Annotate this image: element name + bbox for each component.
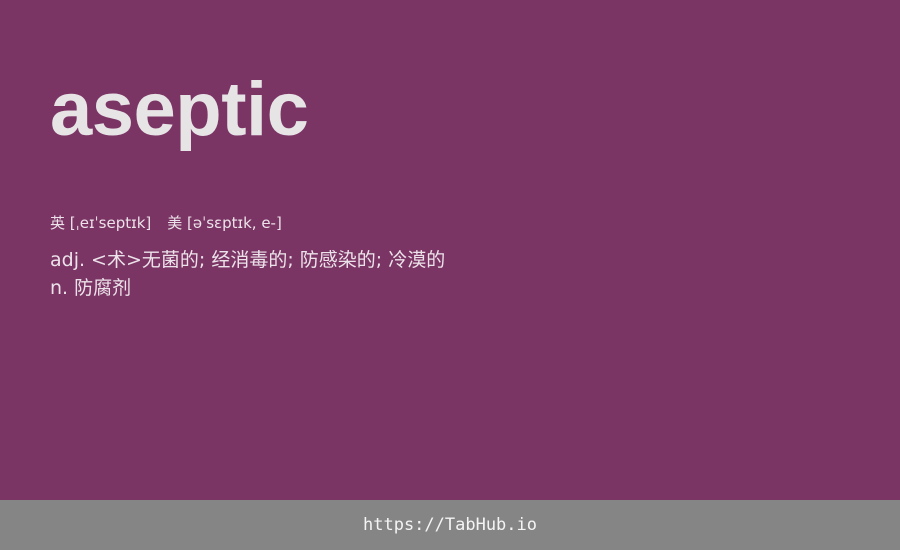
headword: aseptic: [50, 67, 309, 152]
us-pronunciation: 美 [əˈsɛptɪk, e-]: [167, 214, 282, 232]
word-card: aseptic 英 [ˌeɪˈseptɪk] 美 [əˈsɛptɪk, e-] a…: [0, 0, 900, 500]
pronunciation-row: 英 [ˌeɪˈseptɪk] 美 [əˈsɛptɪk, e-]: [50, 213, 282, 233]
footer-bar: https://TabHub.io: [0, 500, 900, 550]
definition-noun: n. 防腐剂: [50, 277, 132, 299]
uk-pronunciation: 英 [ˌeɪˈseptɪk]: [50, 214, 152, 232]
definition-adjective: adj. <术>无菌的; 经消毒的; 防感染的; 冷漠的: [50, 249, 446, 271]
definitions: adj. <术>无菌的; 经消毒的; 防感染的; 冷漠的 n. 防腐剂: [50, 246, 445, 302]
tabhub-link[interactable]: https://TabHub.io: [363, 515, 537, 535]
